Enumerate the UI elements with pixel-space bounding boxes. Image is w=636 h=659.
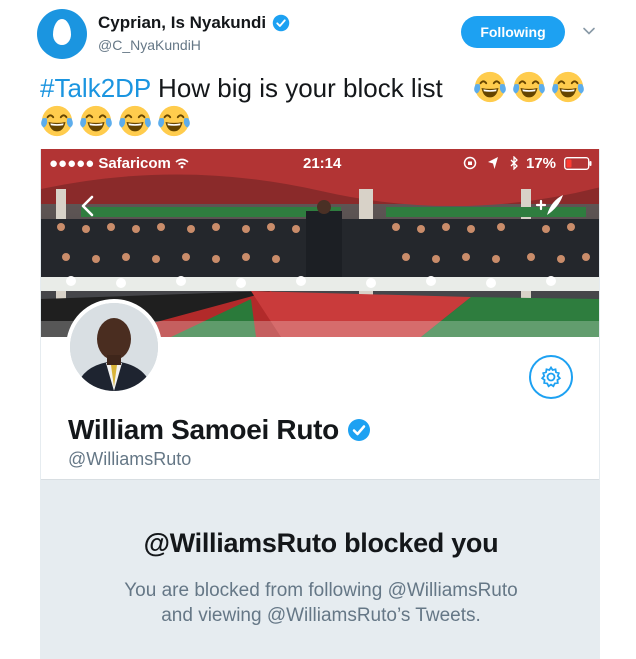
compose-tweet-icon[interactable] [535,193,565,217]
profile-handle: @WilliamsRuto [68,449,192,469]
low-battery-icon [564,157,592,170]
phone-status-bar: ●●●●● Safaricom 21:14 17% [41,149,599,177]
emoji-row-2 [40,104,191,138]
hashtag-link[interactable]: #Talk2DP [40,73,151,103]
status-time: 21:14 [303,155,342,172]
verified-badge-icon [272,14,290,32]
tweet-body-text: How big is your block list [150,73,443,103]
chevron-down-icon[interactable] [580,22,598,40]
blocked-notice-panel: @WilliamsRuto blocked you You are blocke… [41,479,599,659]
face-with-tears-of-joy-icon [41,105,73,137]
emoji-row-1 [473,70,585,104]
verified-badge-icon [347,419,370,441]
blocked-description: You are blocked from following @Williams… [41,578,599,628]
author-name[interactable]: Cyprian, Is Nyakundi [98,13,266,33]
following-button[interactable]: Following [461,16,565,48]
profile-display-name: William Samoei Ruto [68,414,339,445]
blocked-description-line-2: and viewing @WilliamsRuto’s Tweets. [161,605,481,626]
blocked-title: @WilliamsRuto blocked you [143,528,499,558]
face-with-tears-of-joy-icon [474,71,506,103]
author-name-row: Cyprian, Is Nyakundi [98,13,290,33]
rotation-lock-icon [463,156,477,170]
blocked-description-line-1: You are blocked from following @Williams… [124,580,518,601]
wifi-icon [175,158,189,169]
status-icons [463,156,519,170]
battery-percentage: 17% [526,155,557,172]
profile-photo[interactable] [66,299,162,395]
author-avatar[interactable] [37,9,87,59]
carrier-info: ●●●●● Safaricom [49,155,189,172]
default-egg-avatar-icon [53,19,71,45]
gear-icon [540,365,562,388]
profile-portrait [70,303,158,391]
bluetooth-icon [510,156,518,170]
face-with-tears-of-joy-icon [552,71,584,103]
face-with-tears-of-joy-icon [119,105,151,137]
signal-dots-icon: ●●●●● [49,155,95,172]
profile-name-row: William Samoei Ruto [68,414,371,446]
face-with-tears-of-joy-icon [513,71,545,103]
profile-settings-button[interactable] [529,355,573,399]
carrier-name: Safaricom [98,155,171,172]
tweet-header: Cyprian, Is Nyakundi @C_NyaKundiH Follow… [0,0,636,62]
attached-screenshot[interactable]: ●●●●● Safaricom 21:14 17% William Samoei… [40,149,600,659]
author-handle[interactable]: @C_NyaKundiH [98,37,201,53]
back-arrow-icon[interactable] [79,195,97,217]
face-with-tears-of-joy-icon [158,105,190,137]
location-arrow-icon [488,157,498,169]
face-with-tears-of-joy-icon [80,105,112,137]
